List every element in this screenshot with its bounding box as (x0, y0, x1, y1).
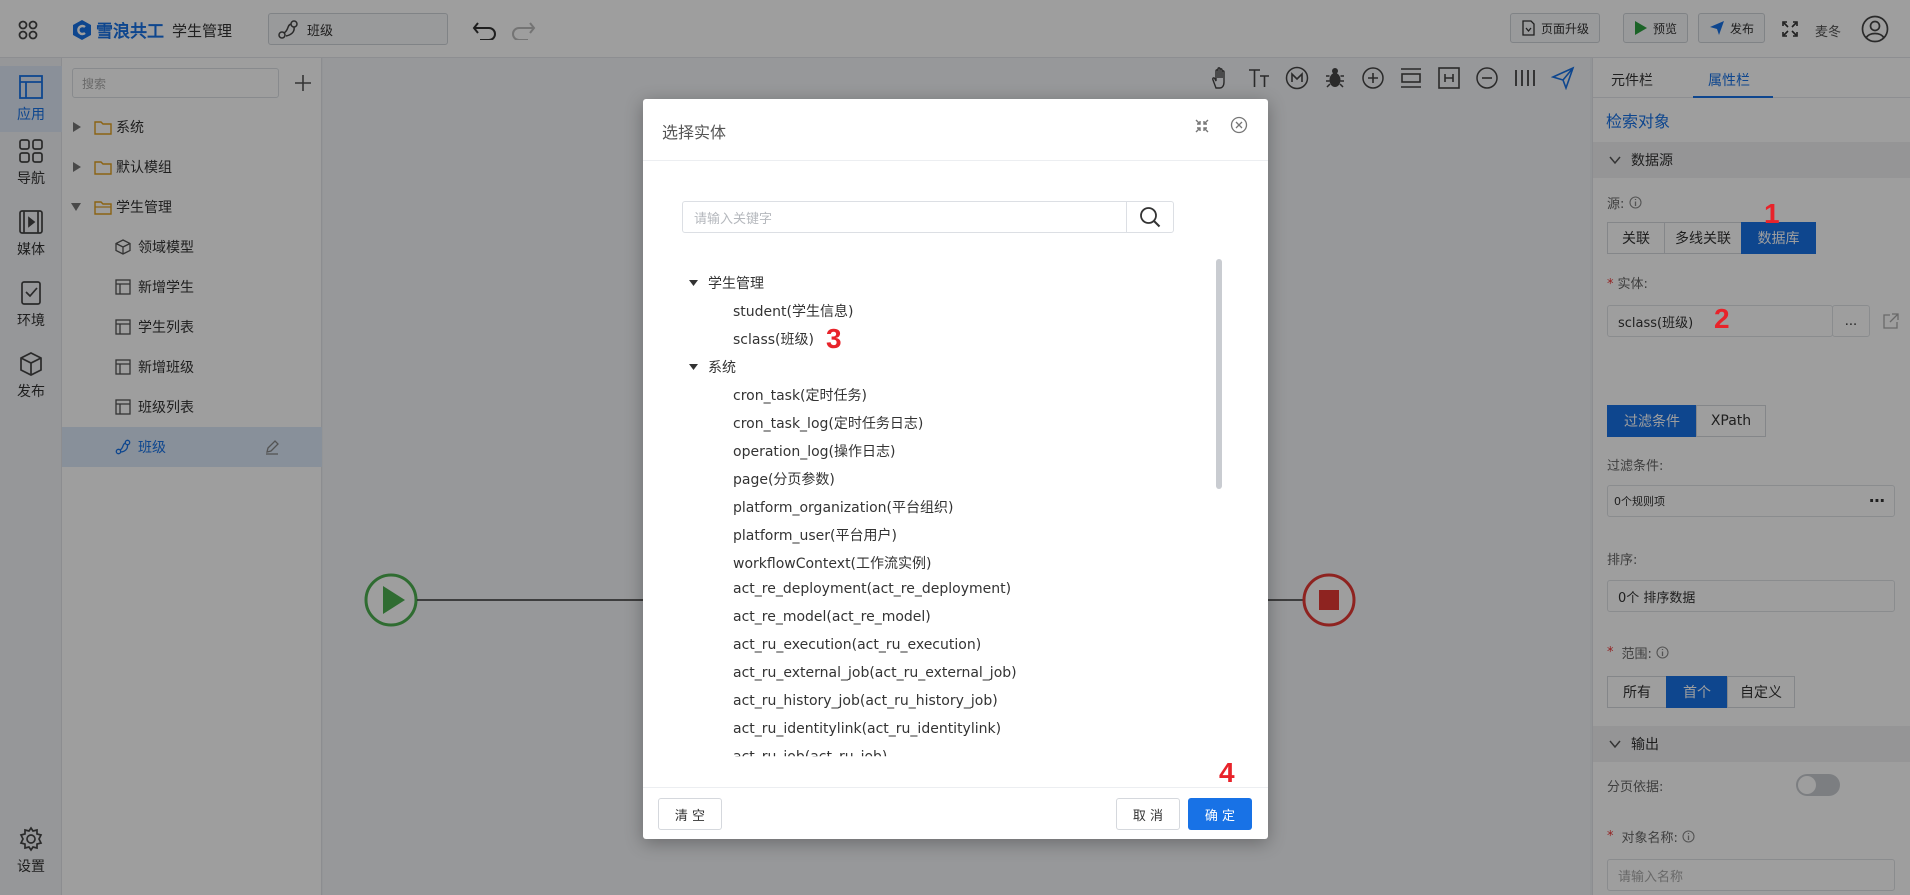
group-label: 系统 (708, 360, 736, 376)
entity-item[interactable]: act_ru_history_job(act_ru_history_job) (733, 693, 998, 709)
clear-button[interactable]: 清 空 (658, 798, 722, 830)
entity-item-partial[interactable]: act_ru_job(act_ru_job) (733, 749, 887, 756)
entity-item[interactable]: workflowContext(工作流实例) (733, 553, 931, 573)
collapse-icon[interactable] (1194, 118, 1210, 134)
close-icon[interactable] (1230, 116, 1248, 134)
annotation-4: 4 (1219, 757, 1235, 788)
entity-item[interactable]: cron_task(定时任务) (733, 385, 867, 405)
annotation-3: 3 (826, 323, 842, 354)
entity-item[interactable]: sclass(班级) (733, 329, 814, 349)
confirm-button[interactable]: 确 定 (1188, 798, 1252, 830)
entity-item[interactable]: act_ru_execution(act_ru_execution) (733, 637, 981, 653)
entity-item[interactable]: act_re_model(act_re_model) (733, 609, 931, 625)
tree-scrollbar[interactable] (1216, 259, 1222, 489)
entity-item[interactable]: operation_log(操作日志) (733, 441, 895, 461)
entity-item[interactable]: student(学生信息) (733, 301, 853, 321)
entity-item[interactable]: act_ru_external_job(act_ru_external_job) (733, 665, 1017, 681)
dialog-footer-divider (643, 787, 1268, 788)
group-label: 学生管理 (708, 276, 764, 292)
annotation-1-overlay: 1 (1764, 198, 1780, 229)
caret-down-icon[interactable] (689, 280, 698, 286)
cancel-label: 取 消 (1132, 808, 1164, 824)
clear-label: 清 空 (674, 808, 706, 824)
group-system[interactable]: 系统 (689, 357, 736, 377)
select-entity-dialog: 选择实体 请输入关键字 学生管理 student(学生信息) sclass(班级… (643, 99, 1268, 839)
dialog-header: 选择实体 (643, 99, 1268, 161)
entity-item[interactable]: act_ru_identitylink(act_ru_identitylink) (733, 721, 1001, 737)
entity-item[interactable]: act_re_deployment(act_re_deployment) (733, 581, 1011, 597)
search-button[interactable] (1126, 202, 1173, 232)
entity-item[interactable]: platform_organization(平台组织) (733, 497, 953, 517)
caret-down-icon[interactable] (689, 364, 698, 370)
entity-item[interactable]: page(分页参数) (733, 469, 835, 489)
entity-item[interactable]: cron_task_log(定时任务日志) (733, 413, 923, 433)
group-student-mgmt[interactable]: 学生管理 (689, 273, 764, 293)
annotation-2-overlay: 2 (1714, 303, 1730, 334)
entity-item[interactable]: platform_user(平台用户) (733, 525, 897, 545)
entity-tree-viewport: 学生管理 student(学生信息) sclass(班级) 系统 cron_ta… (643, 259, 1268, 855)
entity-search-input[interactable]: 请输入关键字 (683, 208, 1126, 227)
entity-search-box: 请输入关键字 (682, 201, 1174, 233)
search-icon (1140, 207, 1161, 228)
confirm-label: 确 定 (1204, 808, 1236, 824)
cancel-button[interactable]: 取 消 (1116, 798, 1180, 830)
dialog-title: 选择实体 (662, 123, 727, 142)
entity-tree: 学生管理 student(学生信息) sclass(班级) 系统 cron_ta… (643, 259, 1268, 859)
